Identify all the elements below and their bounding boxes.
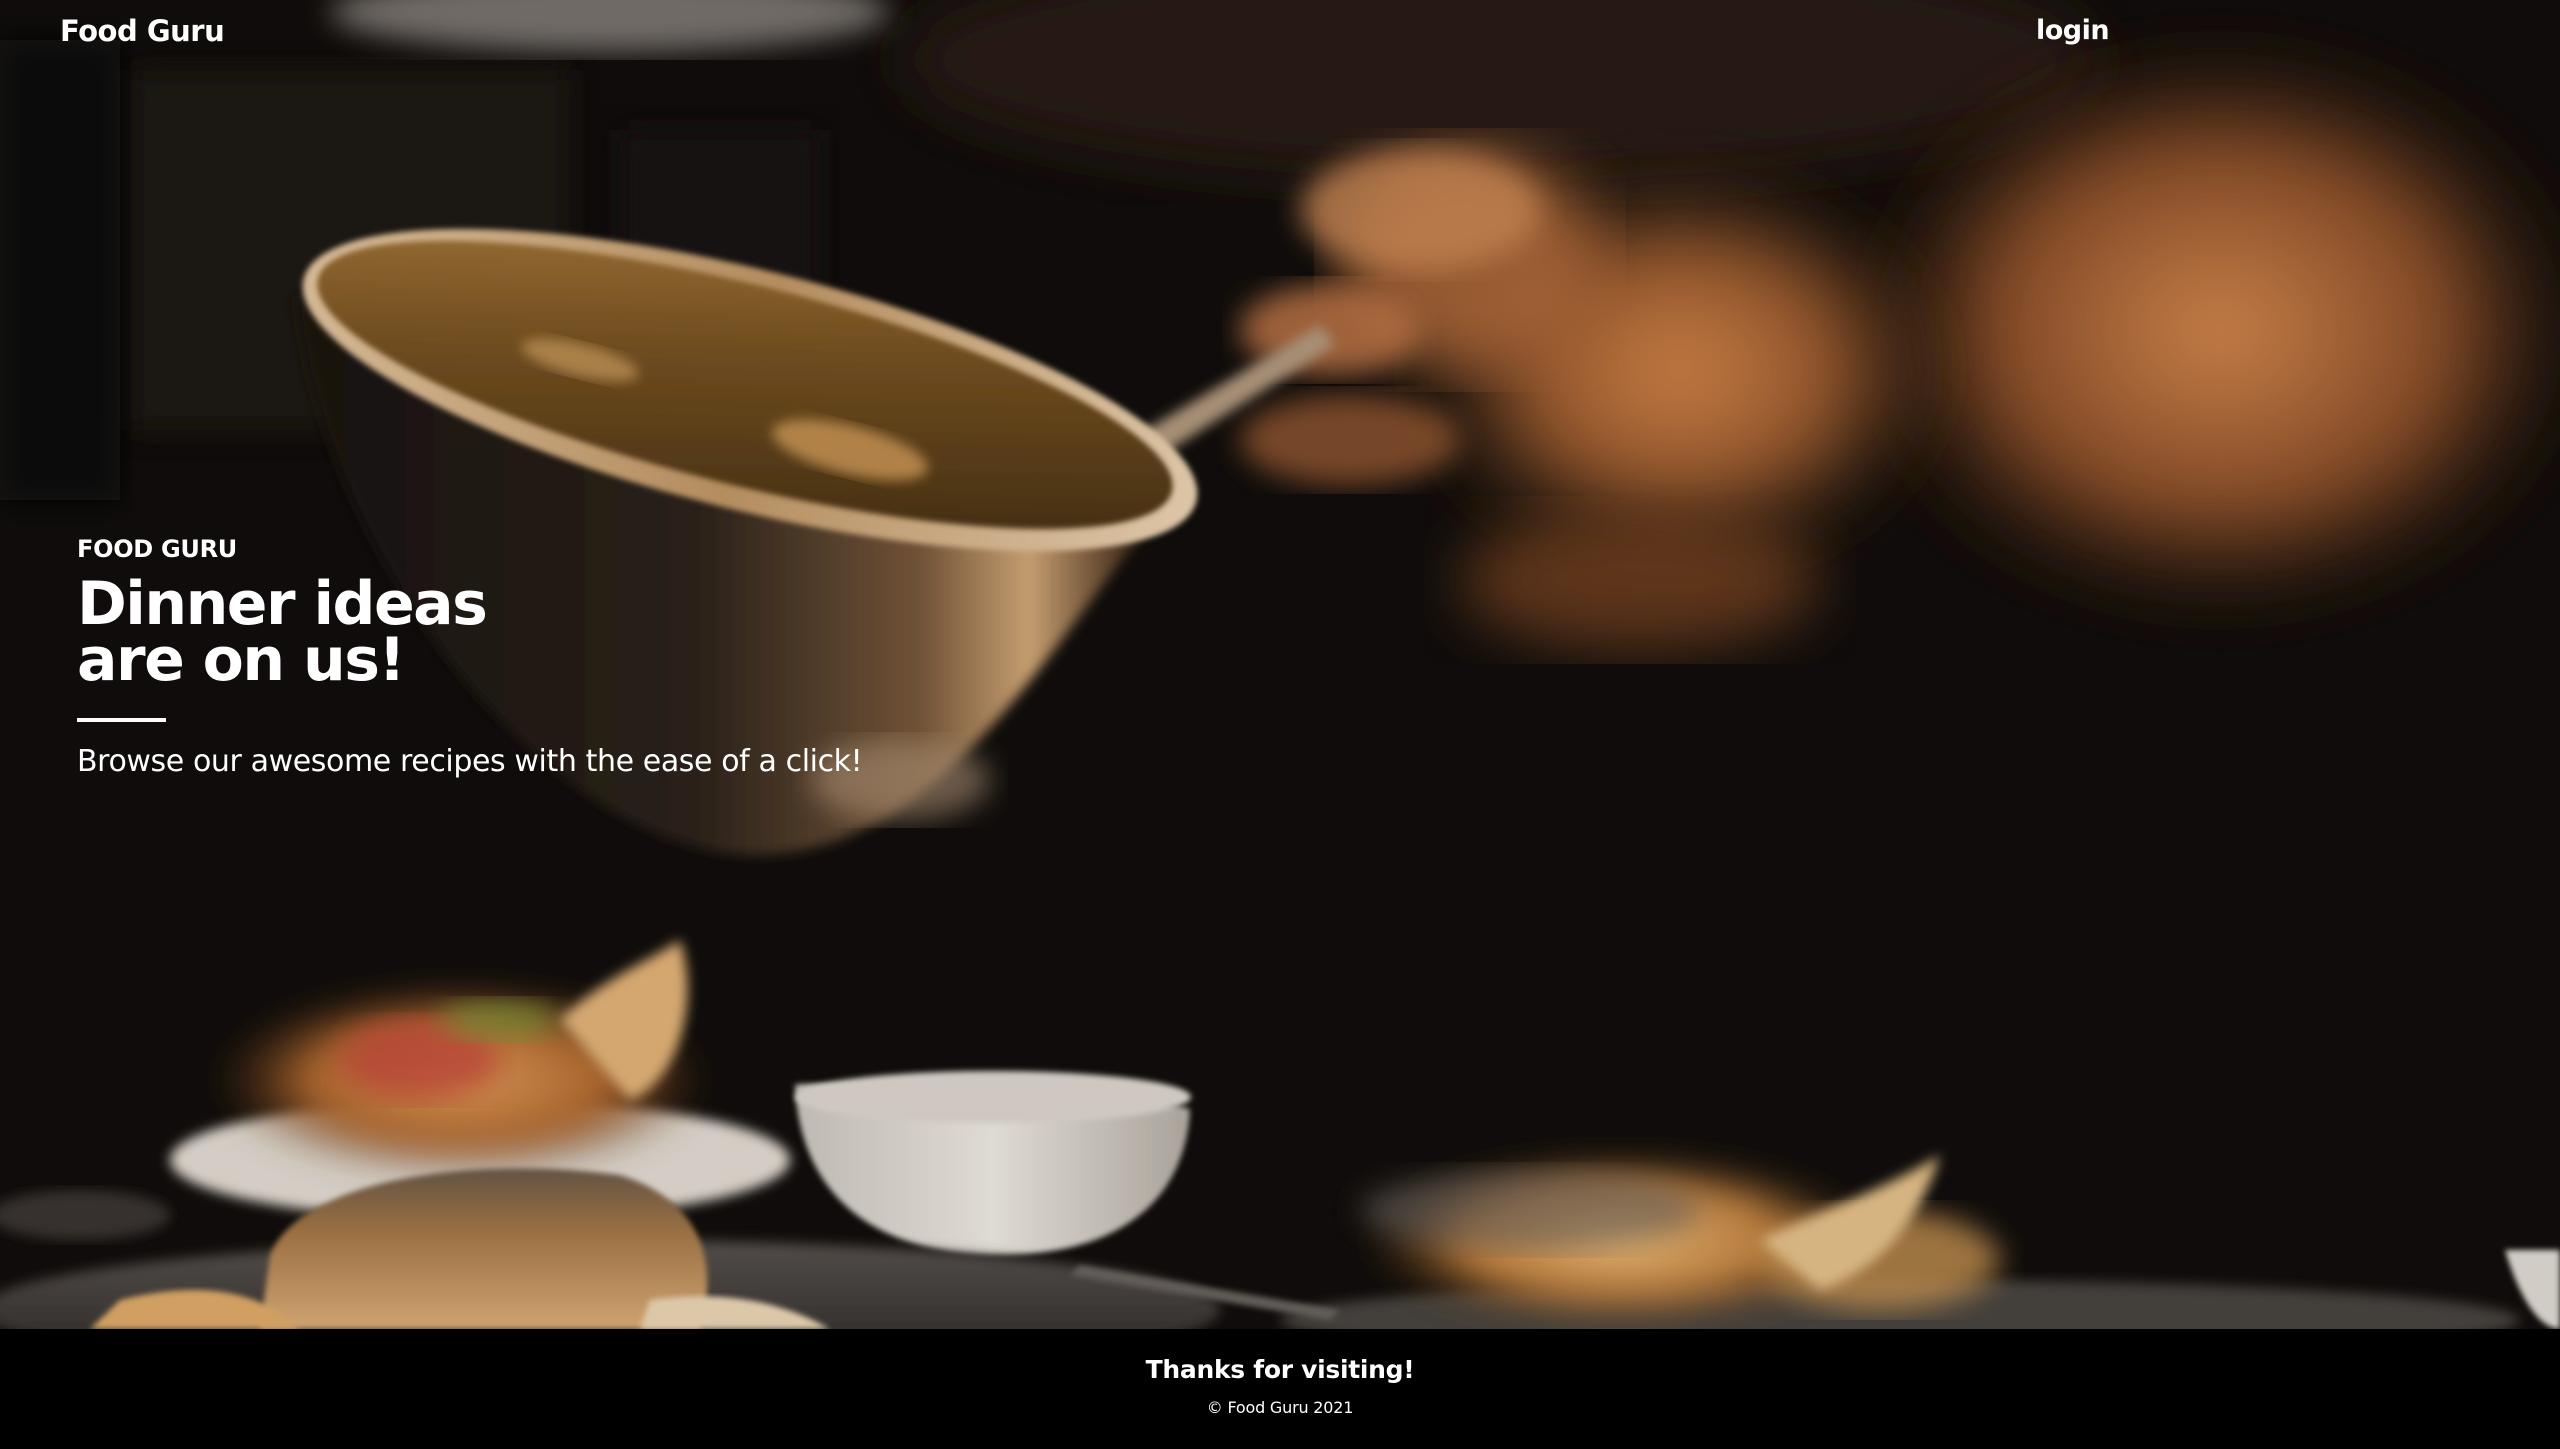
navbar: Food Guru login	[0, 0, 2560, 66]
landing-page: Food Guru login FOOD GURU Dinner ideas a…	[0, 0, 2560, 1449]
footer: Thanks for visiting! © Food Guru 2021	[0, 1329, 2560, 1449]
hero-eyebrow: FOOD GURU	[77, 535, 237, 563]
hero-text-block: FOOD GURU Dinner ideas are on us! Browse…	[77, 532, 1077, 782]
footer-copyright: © Food Guru 2021	[1206, 1398, 1354, 1417]
hero-headline: Dinner ideas are on us!	[77, 574, 637, 690]
brand-logo-link[interactable]: Food Guru	[60, 14, 225, 48]
hero-headline-line2: are on us!	[77, 625, 406, 695]
hero-tagline: Browse our awesome recipes with the ease…	[77, 744, 863, 779]
hero-divider	[77, 718, 166, 722]
footer-title: Thanks for visiting!	[1145, 1355, 1415, 1384]
login-link[interactable]: login	[2036, 15, 2110, 46]
